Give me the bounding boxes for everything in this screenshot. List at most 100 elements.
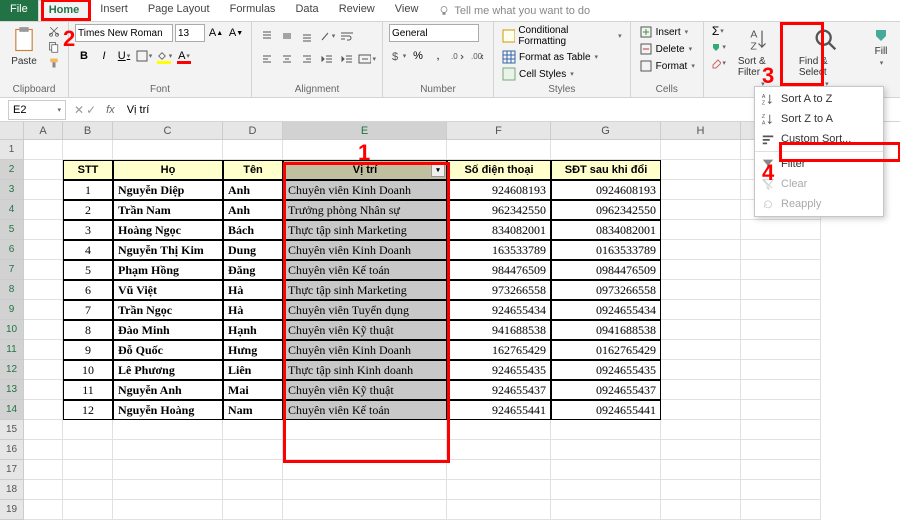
cell-A2[interactable]: [24, 160, 63, 180]
cell-G17[interactable]: [551, 460, 661, 480]
cell-F3[interactable]: 924608193: [447, 180, 551, 200]
row-header-2[interactable]: 2: [0, 160, 24, 180]
comma-button[interactable]: ,: [429, 47, 447, 65]
format-cells-button[interactable]: Format▾: [637, 58, 697, 74]
column-header-A[interactable]: A: [24, 122, 63, 140]
cell-G1[interactable]: [551, 140, 661, 160]
cell-C10[interactable]: Đào Minh: [113, 320, 223, 340]
copy-button[interactable]: [46, 40, 62, 54]
cell-D15[interactable]: [223, 420, 283, 440]
border-button[interactable]: ▾: [135, 47, 153, 65]
align-right-button[interactable]: [298, 50, 316, 68]
select-all-corner[interactable]: [0, 122, 24, 140]
bold-button[interactable]: B: [75, 47, 93, 65]
row-header-10[interactable]: 10: [0, 320, 24, 340]
cell-G18[interactable]: [551, 480, 661, 500]
row-header-14[interactable]: 14: [0, 400, 24, 420]
align-middle-button[interactable]: [278, 27, 296, 45]
cell-F8[interactable]: 973266558: [447, 280, 551, 300]
conditional-formatting-button[interactable]: Conditional Formatting▾: [500, 24, 624, 48]
cell-A9[interactable]: [24, 300, 63, 320]
cell-C12[interactable]: Lê Phương: [113, 360, 223, 380]
cell-C1[interactable]: [113, 140, 223, 160]
increase-decimal-button[interactable]: .0: [449, 47, 467, 65]
cell-B17[interactable]: [63, 460, 113, 480]
tab-data[interactable]: Data: [285, 0, 328, 21]
cell-E7[interactable]: Chuyên viên Kế toán: [283, 260, 447, 280]
cell-E15[interactable]: [283, 420, 447, 440]
cell-G3[interactable]: 0924608193: [551, 180, 661, 200]
cell-H16[interactable]: [661, 440, 741, 460]
cell-B2[interactable]: STT: [63, 160, 113, 180]
cell-C8[interactable]: Vũ Việt: [113, 280, 223, 300]
cell-F12[interactable]: 924655435: [447, 360, 551, 380]
cell-G7[interactable]: 0984476509: [551, 260, 661, 280]
shrink-font-button[interactable]: A▼: [227, 24, 245, 42]
cell-F6[interactable]: 163533789: [447, 240, 551, 260]
cell-I17[interactable]: [741, 460, 821, 480]
cell-H10[interactable]: [661, 320, 741, 340]
cell-H4[interactable]: [661, 200, 741, 220]
merge-button[interactable]: ▾: [358, 50, 376, 68]
cell-E11[interactable]: Chuyên viên Kinh Doanh: [283, 340, 447, 360]
orientation-button[interactable]: ▾: [318, 27, 336, 45]
align-center-button[interactable]: [278, 50, 296, 68]
sort-z-to-a[interactable]: ZASort Z to A: [755, 109, 883, 129]
align-top-button[interactable]: [258, 27, 276, 45]
cell-I15[interactable]: [741, 420, 821, 440]
autosum-button[interactable]: Σ▾: [710, 24, 726, 38]
cell-I18[interactable]: [741, 480, 821, 500]
cell-I7[interactable]: [741, 260, 821, 280]
cell-F5[interactable]: 834082001: [447, 220, 551, 240]
cell-C9[interactable]: Trần Ngọc: [113, 300, 223, 320]
row-header-15[interactable]: 15: [0, 420, 24, 440]
cell-B18[interactable]: [63, 480, 113, 500]
cell-F19[interactable]: [447, 500, 551, 520]
cell-H18[interactable]: [661, 480, 741, 500]
percent-button[interactable]: %: [409, 47, 427, 65]
row-header-19[interactable]: 19: [0, 500, 24, 520]
column-header-G[interactable]: G: [551, 122, 661, 140]
cell-I10[interactable]: [741, 320, 821, 340]
find-select-button[interactable]: Find & Select▾: [795, 24, 858, 90]
cell-D16[interactable]: [223, 440, 283, 460]
fill-color-button[interactable]: ▾: [155, 47, 173, 65]
cell-D10[interactable]: Hạnh: [223, 320, 283, 340]
cell-B14[interactable]: 12: [63, 400, 113, 420]
cell-H1[interactable]: [661, 140, 741, 160]
cell-B6[interactable]: 4: [63, 240, 113, 260]
row-header-12[interactable]: 12: [0, 360, 24, 380]
cell-H2[interactable]: [661, 160, 741, 180]
row-header-5[interactable]: 5: [0, 220, 24, 240]
cell-E17[interactable]: [283, 460, 447, 480]
custom-sort[interactable]: Custom Sort...: [755, 129, 883, 149]
cell-E10[interactable]: Chuyên viên Kỹ thuật: [283, 320, 447, 340]
cell-A3[interactable]: [24, 180, 63, 200]
cell-A12[interactable]: [24, 360, 63, 380]
font-color-button[interactable]: A▾: [175, 47, 193, 65]
align-bottom-button[interactable]: [298, 27, 316, 45]
align-left-button[interactable]: [258, 50, 276, 68]
cell-A17[interactable]: [24, 460, 63, 480]
cell-E19[interactable]: [283, 500, 447, 520]
cell-D11[interactable]: Hưng: [223, 340, 283, 360]
cell-D1[interactable]: [223, 140, 283, 160]
cell-F14[interactable]: 924655441: [447, 400, 551, 420]
cell-H15[interactable]: [661, 420, 741, 440]
cell-styles-button[interactable]: Cell Styles▾: [500, 66, 624, 82]
cell-C2[interactable]: Họ: [113, 160, 223, 180]
accept-formula-button[interactable]: ✓: [86, 103, 96, 117]
cell-D9[interactable]: Hà: [223, 300, 283, 320]
cell-A10[interactable]: [24, 320, 63, 340]
cell-A5[interactable]: [24, 220, 63, 240]
format-painter-button[interactable]: [46, 56, 62, 70]
cell-A16[interactable]: [24, 440, 63, 460]
column-header-H[interactable]: H: [661, 122, 741, 140]
cell-E18[interactable]: [283, 480, 447, 500]
row-header-1[interactable]: 1: [0, 140, 24, 160]
fx-button[interactable]: fx: [100, 104, 121, 116]
tab-formulas[interactable]: Formulas: [220, 0, 286, 21]
cell-G19[interactable]: [551, 500, 661, 520]
cell-I14[interactable]: [741, 400, 821, 420]
insert-cells-button[interactable]: Insert▾: [637, 24, 697, 40]
